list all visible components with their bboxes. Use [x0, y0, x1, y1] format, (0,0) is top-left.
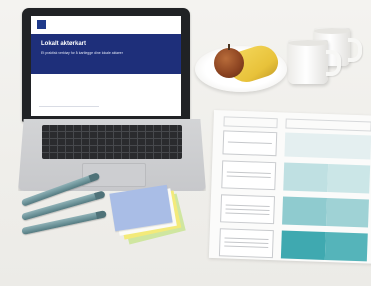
tiny-text-line: [224, 245, 269, 248]
laptop-keyboard: [42, 125, 182, 159]
matrix-cell: [327, 164, 371, 194]
mug-handle: [326, 50, 341, 76]
matrix-row-label: [222, 130, 278, 157]
matrix-sheet: [208, 110, 371, 264]
matrix-cell: [326, 197, 369, 228]
matrix-row-cells: [282, 196, 369, 228]
laptop-screen: Lokalt aktørkart Et praktisk verktøy for…: [31, 16, 181, 116]
mug-handle: [348, 38, 362, 62]
tiny-text-line: [226, 171, 271, 175]
matrix-row-label: [220, 194, 276, 225]
screen-hero-banner: Lokalt aktørkart Et praktisk verktøy for…: [31, 34, 181, 74]
matrix-cell: [282, 196, 327, 226]
mug-rim: [314, 28, 350, 34]
pen-cap: [94, 190, 106, 200]
matrix-header-right: [285, 118, 371, 132]
laptop-base: [18, 119, 206, 191]
screen-topbar: [31, 16, 181, 35]
pen-cap: [95, 210, 107, 220]
apple: [214, 48, 244, 78]
tiny-text-line: [225, 204, 270, 208]
screen-subtitle: Et praktisk verktøy for å kartlegge dine…: [41, 51, 123, 55]
tiny-text-line: [227, 141, 272, 145]
tiny-text-line: [225, 208, 270, 211]
screen-logo-icon: [37, 20, 46, 29]
matrix-cell: [280, 230, 326, 260]
matrix-cell: [284, 132, 371, 160]
matrix-row-cells: [283, 162, 371, 194]
tiny-text-line: [226, 175, 271, 179]
matrix-header-left: [223, 116, 278, 129]
matrix-row-label: [221, 160, 277, 191]
matrix-row-label: [218, 228, 274, 259]
matrix-cell: [283, 162, 329, 193]
mug-front: [288, 40, 341, 84]
screen-footer-line: [39, 106, 99, 107]
matrix-cell: [324, 231, 368, 262]
desk-scene: Lokalt aktørkart Et praktisk verktøy for…: [0, 0, 371, 286]
screen-title: Lokalt aktørkart: [41, 41, 87, 47]
tiny-text-line: [225, 212, 270, 215]
laptop-lid: Lokalt aktørkart Et praktisk verktøy for…: [22, 8, 190, 122]
tiny-text-line: [224, 241, 269, 244]
mug-rim: [288, 40, 328, 46]
tiny-text-line: [224, 237, 269, 240]
matrix-row-cells: [280, 230, 368, 262]
apple-stem: [228, 44, 230, 50]
matrix-row-cells: [284, 132, 371, 160]
